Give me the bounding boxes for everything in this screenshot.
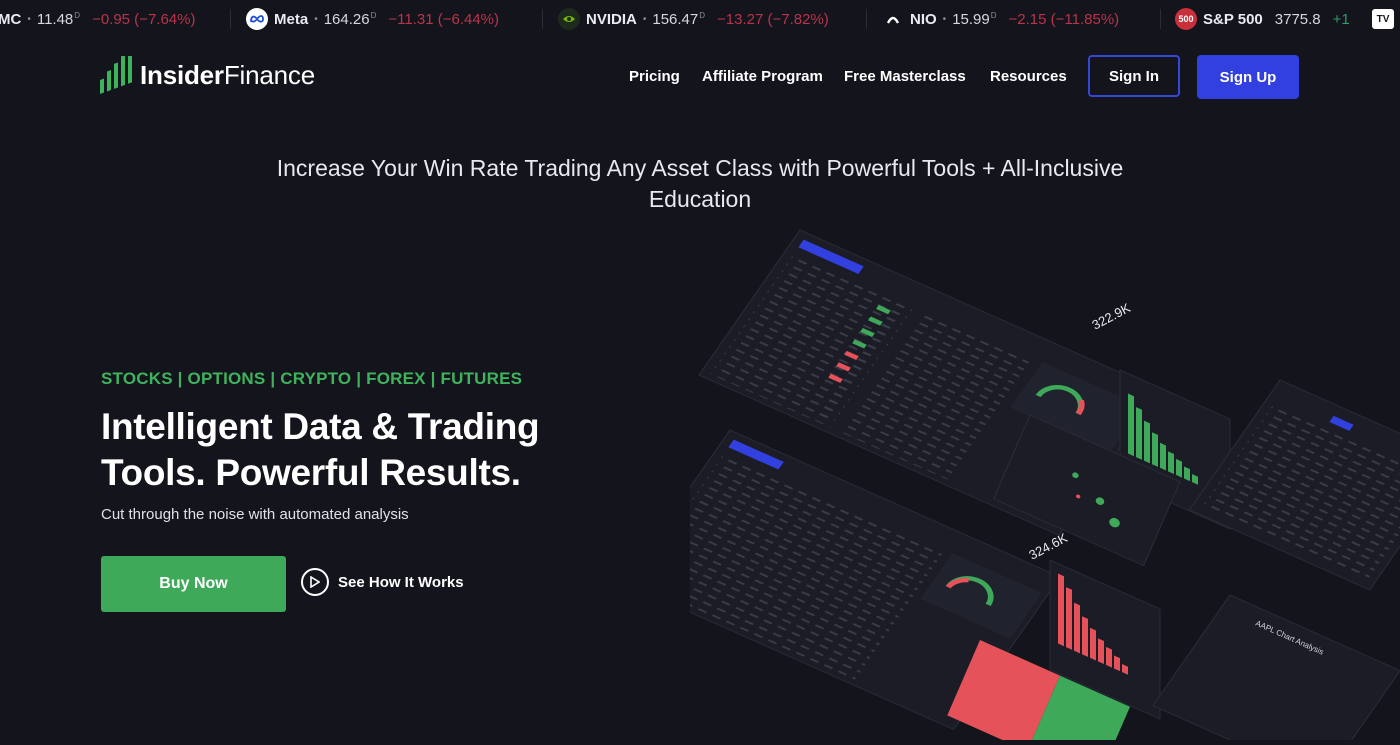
buy-now-button[interactable]: Buy Now xyxy=(101,556,286,612)
ticker-change: −0.95 (−7.64%) xyxy=(92,10,196,28)
ticker-change: +1 xyxy=(1332,10,1350,28)
ticker-item[interactable]: NVIDIA • 156.47D −13.27 (−7.82%) xyxy=(558,0,829,38)
ticker-symbol: NIO xyxy=(910,10,937,28)
asset-classes: STOCKS | OPTIONS | CRYPTO | FOREX | FUTU… xyxy=(101,369,523,388)
sign-in-button[interactable]: Sign In xyxy=(1088,55,1180,97)
ticker-symbol: NVIDIA xyxy=(586,10,637,28)
ticker-dot: • xyxy=(27,13,31,25)
brand-name: InsiderFinance xyxy=(140,59,315,90)
metric-value-2: 324.6K xyxy=(1026,530,1070,563)
ticker-item[interactable]: MC • 11.48D −0.95 (−7.64%) xyxy=(0,0,195,38)
ticker-price: 11.48D xyxy=(36,10,81,28)
stock-ticker: MC • 11.48D −0.95 (−7.64%) Meta • 164.26… xyxy=(0,0,1400,38)
nav-pricing[interactable]: Pricing xyxy=(629,68,680,85)
sp500-logo-icon: 500 xyxy=(1175,8,1197,30)
hero-title: Intelligent Data & Trading Tools. Powerf… xyxy=(101,406,540,493)
ticker-item[interactable]: 500 S&P 500 3775.8 +1 xyxy=(1175,0,1350,38)
ticker-divider xyxy=(1160,9,1161,29)
see-how-it-works-label: See How It Works xyxy=(338,573,464,591)
hero-subtitle: Cut through the noise with automated ana… xyxy=(101,506,409,523)
ticker-symbol: MC xyxy=(0,10,22,28)
dashboard-preview-image: 322.9K 324.6K AAPL Chart Analysis xyxy=(622,220,1400,745)
ticker-symbol: Meta xyxy=(274,10,309,28)
ticker-divider xyxy=(230,9,231,29)
brand-logo[interactable]: InsiderFinance xyxy=(100,56,315,94)
page-headline: Increase Your Win Rate Trading Any Asset… xyxy=(276,155,1124,212)
nav-free-masterclass[interactable]: Free Masterclass xyxy=(844,68,966,85)
ticker-dot: • xyxy=(642,13,647,25)
ticker-divider xyxy=(542,9,543,29)
ticker-item[interactable]: Meta • 164.26D −11.31 (−6.44%) xyxy=(246,0,499,38)
nav-resources[interactable]: Resources xyxy=(990,68,1067,85)
nav-affiliate-program[interactable]: Affiliate Program xyxy=(702,68,823,85)
ticker-change: −13.27 (−7.82%) xyxy=(717,10,829,28)
ticker-price: 15.99D xyxy=(952,10,997,28)
metric-value-1: 322.9K xyxy=(1089,300,1133,333)
sign-up-button[interactable]: Sign Up xyxy=(1197,55,1299,99)
meta-logo-icon xyxy=(246,8,268,30)
ticker-price: 164.26D xyxy=(323,10,377,28)
bars-logo-icon xyxy=(100,56,132,94)
ticker-price: 156.47D xyxy=(652,10,706,28)
nio-logo-icon xyxy=(882,8,904,30)
ticker-dot: • xyxy=(314,13,318,25)
ticker-dot: • xyxy=(942,13,947,25)
see-how-it-works-link[interactable]: See How It Works xyxy=(301,568,464,596)
ticker-change: −2.15 (−11.85%) xyxy=(1008,10,1120,28)
tradingview-logo-icon[interactable]: TV xyxy=(1372,9,1394,29)
ticker-divider xyxy=(866,9,867,29)
ticker-change: −11.31 (−6.44%) xyxy=(388,10,500,28)
play-icon xyxy=(301,568,329,596)
nvidia-logo-icon xyxy=(558,8,580,30)
ticker-price: 3775.8 xyxy=(1274,10,1321,28)
ticker-symbol: S&P 500 xyxy=(1203,10,1263,28)
ticker-item[interactable]: NIO • 15.99D −2.15 (−11.85%) xyxy=(882,0,1119,38)
